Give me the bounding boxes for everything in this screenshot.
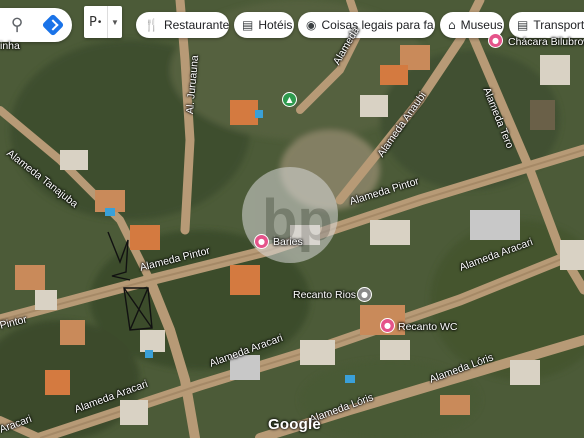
- chip-label: Hotéis: [258, 18, 293, 32]
- chevron-down-icon[interactable]: ▼: [107, 6, 122, 38]
- chip-label: Transporte: [533, 18, 584, 32]
- pin-icon: •: [97, 16, 102, 28]
- chip-hotels[interactable]: ▤ Hotéis: [234, 12, 294, 38]
- museum-icon: ⌂: [448, 18, 456, 32]
- poi-label-baries[interactable]: Baries: [273, 236, 303, 248]
- poi-label-recanto-wc[interactable]: Recanto WC: [398, 321, 458, 333]
- chip-label: Coisas legais para fa...: [321, 18, 435, 32]
- chip-label: Restaurantes: [163, 18, 229, 32]
- chip-restaurants[interactable]: 🍴 Restaurantes: [136, 12, 229, 38]
- satellite-map[interactable]: bp: [0, 0, 584, 438]
- poi-pin-icon[interactable]: ●: [488, 33, 503, 48]
- search-icon[interactable]: ⚲: [11, 15, 23, 35]
- poi-pin-icon[interactable]: ●: [380, 318, 395, 333]
- layer-button-label: P: [89, 14, 97, 30]
- place-pin-icon[interactable]: ●: [357, 287, 372, 302]
- search-box[interactable]: ⚲: [0, 8, 72, 42]
- google-logo: Google: [268, 416, 321, 433]
- layer-button[interactable]: P • ▼: [84, 6, 122, 38]
- chip-transit[interactable]: ▤ Transporte: [509, 12, 584, 38]
- park-pin-icon[interactable]: ▲: [282, 92, 297, 107]
- transit-icon: ▤: [517, 18, 529, 32]
- directions-icon[interactable]: [41, 13, 65, 37]
- poi-label-chacara[interactable]: Chácara Bilubrow: [508, 36, 584, 48]
- camera-icon: ◉: [306, 18, 317, 32]
- chip-things-to-do[interactable]: ◉ Coisas legais para fa...: [298, 12, 435, 38]
- street-label: inha: [0, 40, 20, 52]
- poi-label-recanto-rios[interactable]: Recanto Rios: [293, 289, 356, 301]
- restaurant-icon: 🍴: [144, 18, 159, 32]
- poi-pin-icon[interactable]: ●: [254, 234, 269, 249]
- hotel-icon: ▤: [242, 18, 254, 32]
- chip-label: Museus: [460, 18, 503, 32]
